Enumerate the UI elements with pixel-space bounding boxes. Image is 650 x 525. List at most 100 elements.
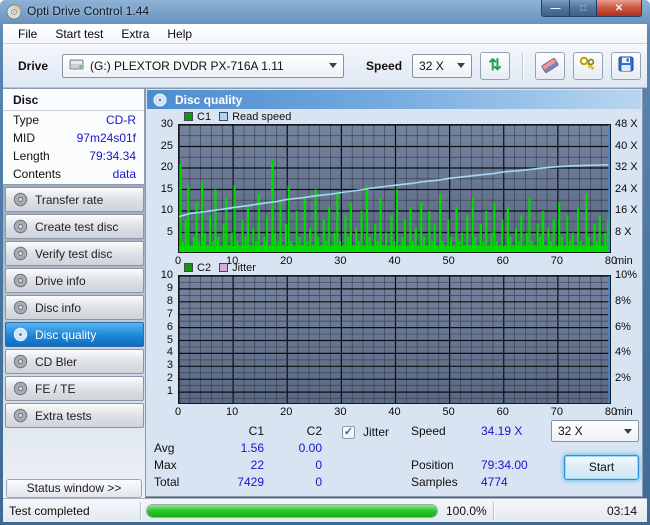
status-text: Test completed	[9, 503, 90, 518]
y-axis-tick: 10	[160, 204, 173, 216]
cd-icon	[13, 327, 28, 342]
sidebar-item-label: Disc quality	[35, 327, 97, 342]
stats-area: C1 C2 Avg 1.56 0.00 Max 22 0 Total 7429 …	[146, 417, 642, 497]
legend-label: C1	[197, 110, 212, 123]
progress-bar	[146, 503, 438, 518]
disc-row-contents: Contents data	[13, 167, 136, 181]
chevron-down-icon	[457, 62, 466, 68]
drive-icon	[69, 58, 84, 74]
chevron-down-icon	[624, 429, 632, 434]
jitter-checkbox-label: Jitter	[363, 425, 390, 439]
cd-icon	[13, 219, 28, 234]
drive-select[interactable]: (G:) PLEXTOR DVDR PX-716A 1.11	[62, 53, 345, 78]
sidebar-item-disc-quality[interactable]: Disc quality	[5, 322, 144, 347]
legend-swatch	[219, 263, 229, 272]
y-axis-tick: 3	[166, 359, 173, 372]
cd-icon	[13, 192, 28, 207]
y-axis-tick: 8	[166, 294, 173, 307]
disc-row-type: Type CD-R	[13, 113, 136, 127]
menu-extra[interactable]: Extra	[112, 25, 158, 43]
left-axis: 5 10 15 20 25 30	[148, 118, 175, 253]
progress-percent: 100.0%	[446, 503, 487, 518]
disc-row-length: Length 79:34.34	[13, 149, 136, 163]
row-avg: Avg 1.56 0.00	[154, 441, 322, 455]
elapsed-time: 03:14	[606, 503, 637, 518]
chart-plot[interactable]	[178, 275, 611, 404]
speed-readout: Speed 34.19 X	[411, 424, 523, 438]
main-panel: Disc quality C1 Read speed 5 10 15 20 25 30 48…	[145, 88, 643, 497]
sidebar-item-label: Drive info	[35, 273, 86, 288]
disc-info-panel: Disc Type CD-R MID 97m24s01f Length 79:34.3…	[3, 88, 145, 185]
y-axis-tick: 30	[160, 118, 173, 130]
window-title: Opti Drive Control 1.44	[27, 4, 150, 18]
sidebar-nav: Transfer rate Create test disc Verify test…	[5, 187, 144, 430]
cd-icon	[13, 381, 28, 396]
menu-file[interactable]: File	[9, 25, 46, 43]
right-axis: 48 X 40 X 32 X 24 X 16 X 8 X	[614, 118, 644, 253]
readout-values: Speed 34.19 X Position 79:34.00 Samples …	[411, 423, 571, 491]
sidebar-item-extra-tests[interactable]: Extra tests	[5, 403, 144, 428]
right-axis-tick: 10%	[615, 269, 638, 281]
toolbar: Drive (G:) PLEXTOR DVDR PX-716A 1.11 Spe…	[3, 44, 647, 88]
cd-icon	[13, 354, 28, 369]
legend-swatch	[184, 112, 193, 121]
cd-icon	[13, 246, 28, 261]
sidebar-item-create-test-disc[interactable]: Create test disc	[5, 214, 144, 239]
speed-select-value: 32 X	[419, 58, 444, 73]
right-axis-tick: 16 X	[615, 204, 638, 216]
disc-row-mid: MID 97m24s01f	[13, 131, 136, 145]
sidebar-item-drive-info[interactable]: Drive info	[5, 268, 144, 293]
eraser-icon	[540, 57, 560, 74]
erase-disc-button[interactable]	[535, 51, 566, 80]
menu-help[interactable]: Help	[158, 25, 201, 43]
toolbar-separator	[522, 52, 524, 79]
license-keys-button[interactable]	[573, 51, 604, 80]
y-axis-tick: 15	[160, 182, 173, 195]
menu-start-test[interactable]: Start test	[46, 25, 112, 43]
sidebar-item-transfer-rate[interactable]: Transfer rate	[5, 187, 144, 212]
legend-swatch	[219, 112, 229, 121]
minimize-button[interactable]: —	[541, 0, 570, 17]
chart-legend: C2 Jitter	[176, 261, 256, 274]
speed-select[interactable]: 32 X	[412, 53, 473, 78]
refresh-drives-button[interactable]: ⇅	[480, 51, 511, 80]
save-button[interactable]	[611, 51, 642, 80]
sidebar-item-label: Disc info	[35, 300, 82, 315]
right-axis-tick: 48 X	[615, 118, 638, 130]
disc-quality-icon	[153, 93, 167, 107]
sidebar-item-disc-info[interactable]: Disc info	[5, 295, 144, 320]
maximize-button[interactable]: □	[570, 0, 597, 17]
y-axis-tick: 5	[166, 333, 173, 346]
c1-read-speed-chart: C1 Read speed 5 10 15 20 25 30 48 X 40 X 32 X 24 …	[148, 109, 644, 268]
sidebar-item-cd-bler[interactable]: CD Bler	[5, 349, 144, 374]
cd-icon	[13, 273, 28, 288]
sidebar-item-verify-test-disc[interactable]: Verify test disc	[5, 241, 144, 266]
sidebar-item-label: Transfer rate	[35, 192, 104, 207]
cd-icon	[13, 408, 28, 423]
right-axis-tick: 32 X	[615, 161, 638, 173]
start-button[interactable]: Start	[564, 455, 639, 480]
chart-plot[interactable]	[178, 124, 611, 253]
keys-icon	[579, 56, 597, 75]
row-total: Total 7429 0	[154, 475, 322, 489]
status-window-button[interactable]: Status window >>	[6, 479, 142, 498]
panel-header: Disc quality	[147, 90, 641, 109]
speed-label: Speed	[366, 58, 403, 73]
title-bar[interactable]: Opti Drive Control 1.44 — □ ✕	[0, 0, 650, 24]
sidebar-item-label: CD Bler	[35, 354, 78, 369]
y-axis-tick: 9	[166, 281, 173, 294]
drive-select-value: (G:) PLEXTOR DVDR PX-716A 1.11	[90, 58, 284, 73]
cd-icon	[13, 300, 28, 315]
y-axis-tick: 2	[166, 372, 173, 385]
panel-title: Disc quality	[175, 92, 243, 107]
menu-bar: File Start test Extra Help	[3, 24, 647, 44]
sidebar-item-fe-te[interactable]: FE / TE	[5, 376, 144, 401]
close-button[interactable]: ✕	[597, 0, 642, 17]
sidebar: Disc Type CD-R MID 97m24s01f Length 79:34.3…	[3, 88, 145, 498]
drive-label: Drive	[18, 58, 49, 73]
y-axis-tick: 1	[166, 385, 173, 398]
sidebar-item-label: Extra tests	[35, 408, 92, 423]
jitter-checkbox[interactable]: ✓	[342, 425, 355, 439]
right-axis-tick: 40 X	[615, 139, 638, 152]
test-speed-select[interactable]: 32 X	[551, 420, 639, 442]
